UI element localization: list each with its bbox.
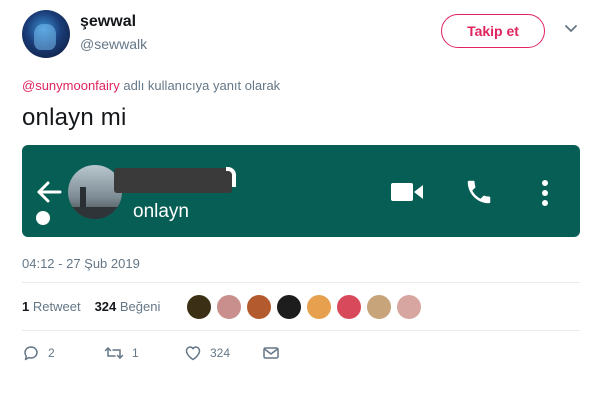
liker-avatar[interactable] [186, 294, 212, 320]
phone-icon [467, 180, 491, 204]
likes-stat[interactable]: 324 Beğeni [95, 299, 161, 314]
retweets-stat[interactable]: 1 Retweet [22, 299, 81, 314]
attached-image-whatsapp-header[interactable]: onlayn [22, 145, 580, 237]
back-arrow-icon [37, 181, 62, 203]
liker-avatar[interactable] [396, 294, 422, 320]
reply-context-text: adlı kullanıcıya yanıt olarak [119, 78, 281, 93]
likes-label: Beğeni [119, 299, 161, 314]
retweets-label: Retweet [32, 299, 81, 314]
divider [22, 282, 580, 283]
reply-icon [24, 346, 38, 361]
retweet-action-count: 1 [132, 346, 139, 360]
like-action-count: 324 [210, 346, 231, 360]
reply-button[interactable]: 2 [22, 344, 104, 362]
tweet-text: onlayn mi [22, 104, 127, 131]
divider [22, 330, 580, 331]
more-vert-icon [542, 180, 548, 206]
retweet-icon [104, 347, 124, 359]
liker-avatars [186, 294, 422, 320]
status-dot [36, 211, 50, 225]
action-bar: 2 1 324 [22, 344, 280, 362]
liker-avatar[interactable] [306, 294, 332, 320]
direct-message-button[interactable] [262, 345, 280, 361]
reply-mention-link[interactable]: @sunymoonfairy [22, 78, 120, 93]
redacted-contact-name [114, 168, 232, 193]
liker-avatar[interactable] [366, 294, 392, 320]
reply-count: 2 [48, 346, 55, 360]
heart-icon [185, 346, 201, 361]
follow-button[interactable]: Takip et [441, 14, 545, 48]
author-avatar[interactable] [22, 10, 70, 58]
liker-avatar[interactable] [216, 294, 242, 320]
contact-name-fragment [226, 167, 236, 187]
chevron-down-icon[interactable] [564, 24, 578, 34]
likes-count: 324 [94, 299, 117, 314]
tweet-timestamp[interactable]: 04:12 - 27 Şub 2019 [22, 256, 140, 271]
retweet-button[interactable]: 1 [104, 344, 184, 362]
liker-avatar[interactable] [246, 294, 272, 320]
liker-avatar[interactable] [276, 294, 302, 320]
envelope-icon [263, 347, 279, 359]
retweets-count: 1 [22, 299, 30, 314]
author-username[interactable]: @sewwalk [80, 36, 147, 52]
author-display-name[interactable]: şewwal [80, 13, 136, 31]
reply-context: @sunymoonfairy adlı kullanıcıya yanıt ol… [22, 78, 280, 93]
liker-avatar[interactable] [336, 294, 362, 320]
video-call-icon [391, 183, 423, 201]
engagement-stats: 1 Retweet 324 Beğeni [22, 299, 160, 314]
contact-status: onlayn [133, 201, 189, 222]
like-button[interactable]: 324 [184, 344, 262, 362]
